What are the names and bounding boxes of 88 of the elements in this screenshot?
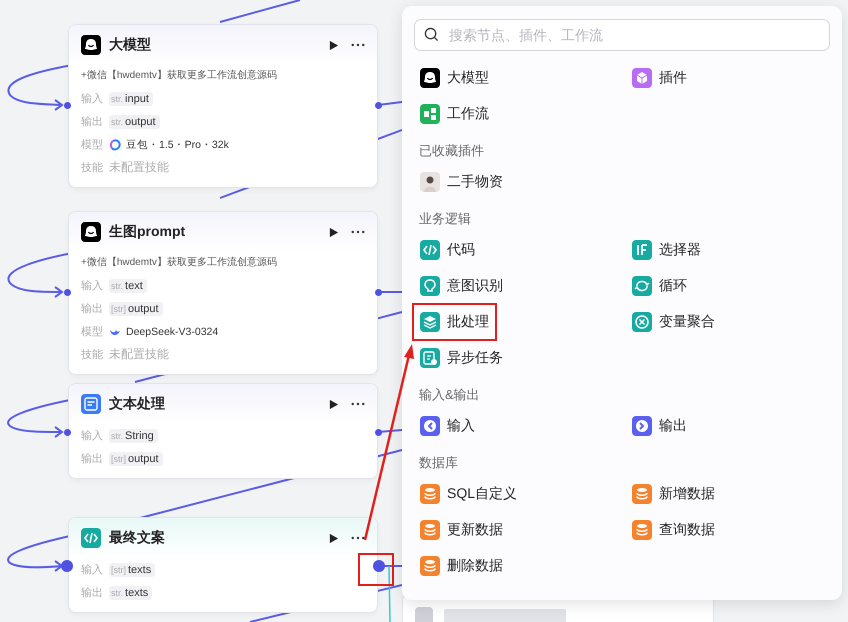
menu-item[interactable]: SQL自定义 (414, 477, 524, 511)
param-name: texts (128, 564, 152, 576)
text-icon (81, 394, 101, 414)
node-card[interactable]: 文本处理 输入 str. String 输出 [str] output (68, 383, 378, 479)
input-port[interactable] (61, 560, 73, 572)
row-label: 输出 (81, 586, 104, 600)
node-card[interactable]: 大模型 +微信【hwdemtv】获取更多工作流创意源码 输入 str. input 输出 str. output 模型 豆包・1.5・Pro・32k 技能 未配置技能 (68, 24, 378, 188)
node-card[interactable]: 最终文案 输入 [str] texts 输出 str. texts (68, 517, 378, 613)
bot-face-icon (81, 222, 101, 242)
param-name: output (128, 302, 159, 314)
menu-item[interactable]: 插件 (626, 61, 693, 95)
output-port[interactable] (375, 289, 382, 296)
node-title: 最终文案 (109, 529, 166, 547)
input-port[interactable] (64, 289, 71, 296)
menu-item[interactable]: 代码 (414, 233, 481, 267)
menu-item[interactable]: 变量聚合 (626, 305, 721, 339)
more-icon[interactable] (351, 230, 365, 234)
type-tag: str. (111, 116, 124, 126)
type-tag: str. (111, 588, 124, 598)
play-icon[interactable] (328, 40, 339, 50)
search-icon (424, 27, 439, 42)
menu-item[interactable]: 批处理 (414, 305, 495, 339)
bot-face-icon (81, 35, 101, 55)
node-note: +微信【hwdemtv】获取更多工作流创意源码 (81, 68, 278, 83)
type-tag: [str] (111, 454, 126, 464)
output-port[interactable] (375, 429, 382, 436)
row-label: 技能 (81, 348, 104, 362)
type-tag: [str] (111, 564, 126, 574)
more-icon[interactable] (351, 536, 365, 540)
param-name: text (125, 280, 143, 292)
type-tag: str. (111, 430, 124, 440)
row-label: 输入 (81, 563, 104, 577)
param-name: String (125, 430, 154, 442)
menu-item[interactable]: 删除数据 (414, 549, 509, 583)
menu-item[interactable]: 选择器 (626, 233, 707, 267)
more-icon[interactable] (351, 402, 365, 406)
node-card[interactable]: 生图prompt +微信【hwdemtv】获取更多工作流创意源码 输入 str. text 输出 [str] output 模型 DeepSeek-V3-0324 技能 未配置技能 (68, 211, 378, 375)
menu-item[interactable]: 循环 (626, 269, 693, 303)
model-name: DeepSeek-V3-0324 (126, 326, 218, 338)
code-icon (81, 528, 101, 548)
section-title: 业务逻辑 (418, 210, 472, 228)
type-tag: str. (111, 94, 124, 104)
section-title: 输入&输出 (418, 386, 481, 404)
row-label: 模型 (81, 325, 104, 339)
node-title: 大模型 (109, 36, 152, 54)
row-label: 输出 (81, 302, 104, 316)
menu-item[interactable]: 工作流 (414, 97, 495, 131)
section-title: 已收藏插件 (418, 142, 485, 160)
menu-item[interactable]: 输入 (414, 409, 481, 443)
node-title: 文本处理 (109, 395, 166, 413)
skeleton-icon (415, 607, 433, 622)
node-title: 生图prompt (109, 223, 186, 241)
row-label: 输入 (81, 92, 104, 106)
menu-item[interactable]: 新增数据 (626, 477, 721, 511)
output-port[interactable] (373, 560, 385, 572)
play-icon[interactable] (328, 226, 339, 238)
input-port[interactable] (64, 429, 71, 436)
skill-value: 未配置技能 (109, 346, 169, 363)
param-name: output (125, 116, 156, 128)
menu-item[interactable]: 输出 (626, 409, 693, 443)
param-name: input (125, 92, 149, 104)
menu-item[interactable]: 意图识别 (414, 269, 509, 303)
output-port[interactable] (375, 102, 382, 109)
row-label: 输入 (81, 429, 104, 443)
row-label: 模型 (81, 138, 104, 152)
menu-item[interactable]: 更新数据 (414, 513, 509, 547)
search-field[interactable]: 搜索节点、插件、工作流 (414, 19, 830, 51)
param-name: texts (125, 586, 148, 598)
menu-item[interactable]: 大模型 (414, 61, 495, 95)
play-icon[interactable] (328, 532, 339, 544)
skill-value: 未配置技能 (109, 159, 169, 176)
row-label: 输出 (81, 115, 104, 129)
more-icon[interactable] (351, 43, 365, 47)
ring-logo-icon (109, 138, 121, 150)
input-port[interactable] (64, 102, 71, 109)
menu-item[interactable]: 查询数据 (626, 513, 721, 547)
play-icon[interactable] (328, 398, 339, 410)
menu-item[interactable]: 二手物资 (414, 165, 509, 199)
menu-item[interactable]: 异步任务 (414, 341, 509, 375)
node-note: +微信【hwdemtv】获取更多工作流创意源码 (81, 256, 278, 270)
row-label: 输入 (81, 279, 104, 293)
row-label: 输出 (81, 452, 104, 466)
section-title: 数据库 (418, 454, 459, 472)
param-name: output (128, 452, 159, 464)
type-tag: str. (111, 280, 124, 290)
type-tag: [str] (111, 304, 126, 314)
row-label: 技能 (81, 161, 104, 175)
model-name: 豆包・1.5・Pro・32k (126, 138, 229, 152)
